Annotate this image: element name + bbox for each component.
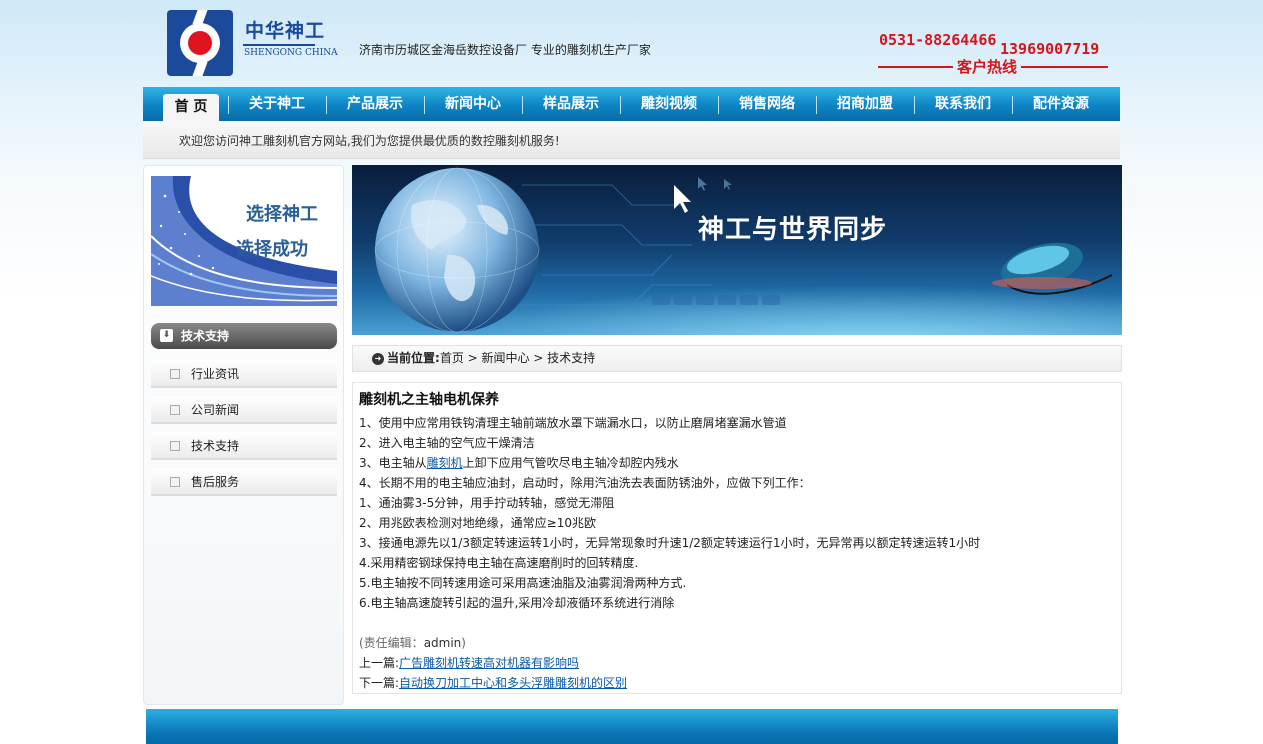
- document-icon: [170, 441, 180, 451]
- sidebar-item-industry-news[interactable]: 行业资讯: [151, 360, 337, 388]
- sidebar-item-label: 售后服务: [191, 475, 240, 489]
- banner-slogan: 神工与世界同步: [698, 215, 888, 245]
- page-wrapper: 中华神工 SHENGONG CHINA 济南市历城区金海岳数控设备厂 专业的雕刻…: [143, 0, 1122, 744]
- prev-label: 上一篇:: [359, 656, 400, 670]
- article-line: 6.电主轴高速旋转引起的温升,采用冷却液循环系统进行消除: [359, 596, 675, 610]
- breadcrumb-label: 当前位置:: [387, 351, 440, 365]
- article-line: 2、用兆欧表检测对地绝缘，通常应≥10兆欧: [359, 516, 596, 530]
- article-editor: (责任编辑：admin): [359, 633, 1115, 653]
- header-slogan: 济南市历城区金海岳数控设备厂 专业的雕刻机生产厂家: [359, 43, 651, 57]
- sidebar-item-label: 行业资讯: [191, 367, 240, 381]
- document-icon: [170, 477, 180, 487]
- promo-image: 选择神工 选择成功: [151, 176, 337, 306]
- next-article-link[interactable]: 自动换刀加工中心和多头浮雕雕刻机的区别: [399, 676, 627, 690]
- article-line: 1、使用中应常用铁钩清理主轴前端放水罩下端漏水口，以防止磨屑堵塞漏水管道: [359, 416, 787, 430]
- welcome-bar: 欢迎您访问神工雕刻机官方网站,我们为您提供最优质的数控雕刻机服务!: [143, 121, 1120, 159]
- download-arrow-icon: ⬇: [160, 329, 173, 342]
- hotline-phone-1: 0531-88264466: [879, 31, 997, 49]
- main-nav: 首 页 关于神工 产品展示 新闻中心 样品展示 雕刻视频 销售网络 招商加盟 联…: [143, 87, 1120, 121]
- article-title: 雕刻机之主轴电机保养: [359, 392, 499, 408]
- sidebar-heading: ⬇ 技术支持: [151, 323, 337, 349]
- banner-globe-graphic: [374, 167, 1122, 335]
- promo-line-1: 选择神工: [246, 204, 318, 225]
- article-line: 3、电主轴从雕刻机上卸下应用气管吹尽电主轴冷却腔内残水: [359, 453, 1115, 473]
- nav-item-home[interactable]: 首 页: [163, 94, 219, 121]
- nav-item-samples[interactable]: 样品展示: [522, 87, 620, 121]
- logo-en-text: SHENGONG CHINA: [244, 48, 338, 58]
- article-line: 4.采用精密钢球保持电主轴在高速磨削时的回转精度.: [359, 556, 639, 570]
- hotline-label: 客户热线: [953, 56, 1022, 77]
- document-icon: [170, 369, 180, 379]
- sidebar-item-after-sales[interactable]: 售后服务: [151, 468, 337, 496]
- breadcrumb-trail[interactable]: 首页 > 新闻中心 > 技术支持: [440, 351, 595, 365]
- prev-article: 上一篇:广告雕刻机转速高对机器有影响吗: [359, 653, 1115, 673]
- hero-banner: 神工与世界同步: [352, 165, 1122, 335]
- nav-item-news[interactable]: 新闻中心: [424, 87, 522, 121]
- sidebar-item-label: 公司新闻: [191, 403, 240, 417]
- nav-item-about[interactable]: 关于神工: [228, 87, 326, 121]
- nav-item-products[interactable]: 产品展示: [326, 87, 424, 121]
- footer-bar: [146, 709, 1118, 744]
- nav-item-contact[interactable]: 联系我们: [914, 87, 1012, 121]
- logo-divider: [243, 44, 315, 46]
- article-body: 雕刻机之主轴电机保养 1、使用中应常用铁钩清理主轴前端放水罩下端漏水口，以防止磨…: [352, 382, 1122, 694]
- article-text: 上卸下应用气管吹尽电主轴冷却腔内残水: [462, 456, 679, 470]
- breadcrumb: ➜ 当前位置:首页 > 新闻中心 > 技术支持: [352, 345, 1122, 372]
- sidebar-item-company-news[interactable]: 公司新闻: [151, 396, 337, 424]
- document-icon: [170, 405, 180, 415]
- editor-name: admin: [423, 636, 462, 650]
- promo-line-2: 选择成功: [236, 239, 308, 260]
- nav-item-franchise[interactable]: 招商加盟: [816, 87, 914, 121]
- article-line: 3、接通电源先以1/3额定转速运转1小时，无异常现象时升速1/2额定转速运行1小…: [359, 536, 981, 550]
- nav-item-parts[interactable]: 配件资源: [1012, 87, 1110, 121]
- article-text: 3、电主轴从: [359, 456, 427, 470]
- article-line: 2、进入电主轴的空气应干燥清洁: [359, 436, 535, 450]
- editor-label-end: ): [461, 636, 466, 650]
- sidebar-heading-label: 技术支持: [181, 329, 230, 343]
- nav-item-sales[interactable]: 销售网络: [718, 87, 816, 121]
- engraver-link[interactable]: 雕刻机: [427, 456, 463, 470]
- next-article: 下一篇:自动换刀加工中心和多头浮雕雕刻机的区别: [359, 673, 1115, 693]
- sidebar-item-label: 技术支持: [191, 439, 240, 453]
- logo-cn-text: 中华神工: [245, 20, 326, 42]
- editor-label: (责任编辑：: [359, 636, 424, 650]
- article-line: 1、通油雾3-5分钟，用手拧动转轴，感觉无滞阻: [359, 496, 615, 510]
- sidebar-item-tech-support[interactable]: 技术支持: [151, 432, 337, 460]
- arrow-right-icon: ➜: [372, 353, 384, 365]
- article-line: 5.电主轴按不同转速用途可采用高速油脂及油雾润滑两种方式.: [359, 576, 687, 590]
- prev-article-link[interactable]: 广告雕刻机转速高对机器有影响吗: [399, 656, 579, 670]
- logo-mark-icon: [167, 10, 233, 76]
- nav-item-videos[interactable]: 雕刻视频: [620, 87, 718, 121]
- sidebar: 选择神工 选择成功 ⬇ 技术支持 行业资讯 公司新闻 技术支持 售后服务: [143, 165, 344, 705]
- welcome-text: 欢迎您访问神工雕刻机官方网站,我们为您提供最优质的数控雕刻机服务!: [179, 134, 560, 148]
- article-line: 4、长期不用的电主轴应油封，启动时，除用汽油洗去表面防锈油外，应做下列工作：: [359, 476, 811, 490]
- next-label: 下一篇:: [359, 676, 400, 690]
